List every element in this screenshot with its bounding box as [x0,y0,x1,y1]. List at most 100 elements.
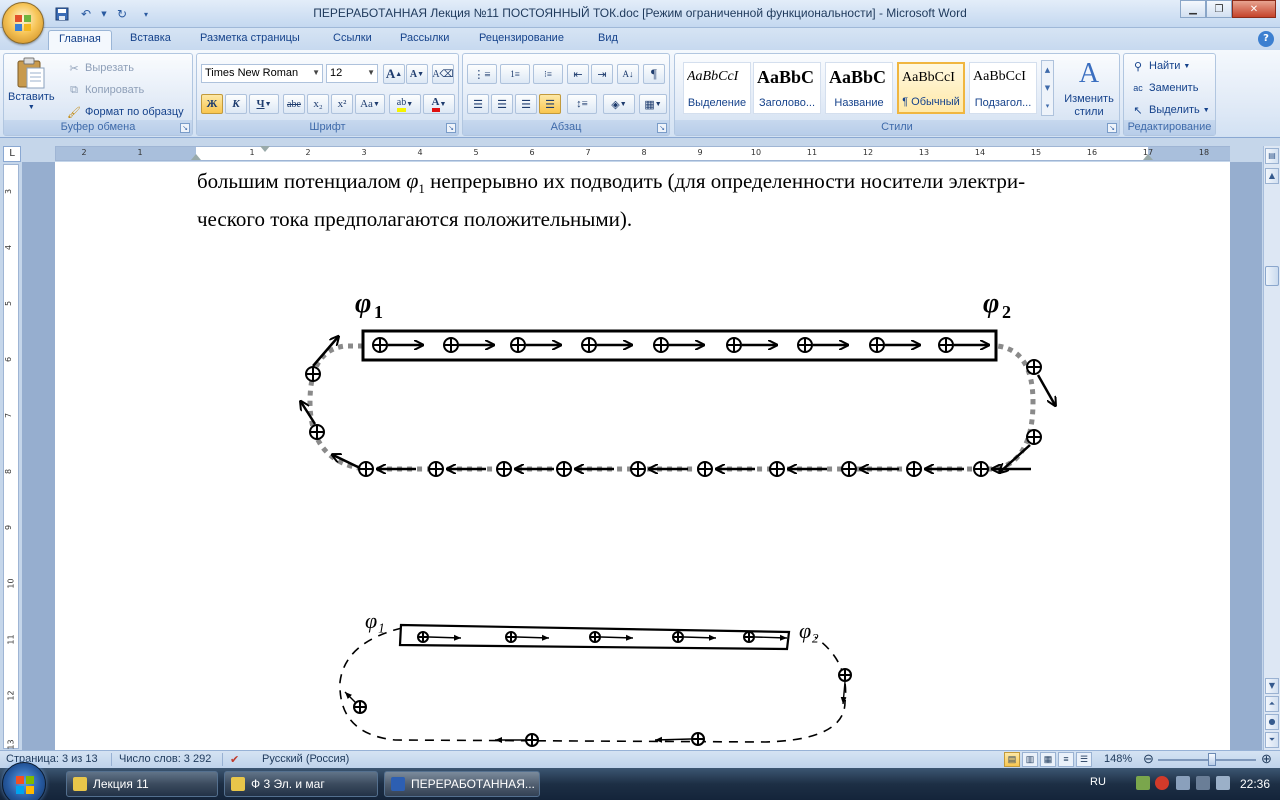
chevron-up-icon[interactable]: ▲ [1042,61,1053,79]
close-button[interactable]: ✕ [1232,0,1276,18]
zoom-slider-thumb[interactable] [1208,753,1216,766]
font-launcher-icon[interactable]: ↘ [446,123,456,133]
spellcheck-icon[interactable]: ✔ [230,753,239,766]
style-normal[interactable]: AaBbCcI ¶ Обычный [897,62,965,114]
increase-indent-button[interactable]: ⇥ [591,64,613,84]
help-icon[interactable]: ? [1258,31,1274,47]
print-layout-view-icon[interactable]: ▤ [1004,752,1020,767]
more-styles-icon[interactable]: ▾ [1042,97,1053,115]
maximize-button[interactable]: ❐ [1206,0,1232,18]
tab-review[interactable]: Рецензирование [469,30,574,50]
tab-selector[interactable]: L [3,146,21,162]
tab-mailings[interactable]: Рассылки [390,30,459,50]
align-right-button[interactable]: ☰ [515,94,537,114]
styles-launcher-icon[interactable]: ↘ [1107,123,1117,133]
tab-home[interactable]: Главная [48,30,112,50]
find-button[interactable]: ⚲ Найти ▼ [1130,58,1190,74]
clock[interactable]: 22:36 [1240,777,1270,791]
first-line-indent-marker[interactable] [260,146,270,152]
browse-object-button[interactable]: ● [1265,714,1279,730]
document-page[interactable]: большим потенциалом φ1 непрерывно их под… [55,162,1230,750]
taskbar-item-folder[interactable]: Ф 3 Эл. и маг [224,771,378,797]
replace-button[interactable]: ac Заменить [1130,80,1198,96]
start-button[interactable] [2,762,46,800]
change-styles-button[interactable]: A Изменить стили [1059,58,1119,119]
bold-button[interactable]: Ж [201,94,223,114]
show-marks-button[interactable]: ¶ [643,64,665,84]
taskbar-item-word[interactable]: ПЕРЕРАБОТАННАЯ... [384,771,540,797]
outline-view-icon[interactable]: ≡ [1058,752,1074,767]
styles-scroll[interactable]: ▲ ▼ ▾ [1041,60,1054,116]
multilevel-list-button[interactable]: ⁝≡ [533,64,563,84]
subscript-button[interactable]: x₂ [307,94,329,114]
shrink-font-button[interactable]: A ▼ [406,64,428,84]
scroll-up-button[interactable]: ▲ [1265,168,1279,184]
tab-insert[interactable]: Вставка [120,30,181,50]
zoom-slider[interactable] [1158,759,1256,761]
document-area[interactable]: большим потенциалом φ1 непрерывно их под… [22,162,1262,750]
word-count[interactable]: Число слов: 3 292 [119,753,211,765]
numbering-button[interactable]: 1≡ [500,64,530,84]
network-status-icon[interactable] [1176,776,1190,790]
style-subtitle[interactable]: AaBbCcI Подзагол... [969,62,1037,114]
paste-button[interactable]: Вставить ▼ [8,56,55,111]
zoom-in-icon[interactable]: ⊕ [1261,751,1272,767]
underline-button[interactable]: Ч ▼ [249,94,279,114]
chevron-down-icon[interactable]: ▼ [1042,79,1053,97]
format-painter-button[interactable]: 🖌 Формат по образцу [66,104,184,120]
web-layout-view-icon[interactable]: ▦ [1040,752,1056,767]
clear-format-button[interactable]: A⌫ [432,64,454,84]
decrease-indent-button[interactable]: ⇤ [567,64,589,84]
highlight-button[interactable]: ab ▼ [389,94,421,114]
borders-button[interactable]: ▦ ▼ [639,94,667,114]
strikethrough-button[interactable]: abe [283,94,305,114]
bullets-button[interactable]: ⋮≡ [467,64,497,84]
horizontal-ruler[interactable]: 2 1 1 2 3 4 5 6 7 8 9 10 11 12 13 14 15 … [55,146,1230,161]
previous-page-button[interactable]: ⏶ [1265,696,1279,712]
scroll-thumb[interactable] [1265,266,1279,286]
next-page-button[interactable]: ⏷ [1265,732,1279,748]
volume-icon[interactable] [1216,776,1230,790]
paragraph-launcher-icon[interactable]: ↘ [657,123,667,133]
left-indent-marker[interactable] [191,154,201,160]
reading-view-icon[interactable]: ▥ [1022,752,1038,767]
italic-button[interactable]: К [225,94,247,114]
align-left-button[interactable]: ☰ [467,94,489,114]
cut-button[interactable]: ✂ Вырезать [66,60,134,76]
language-indicator-tray[interactable]: RU [1090,776,1106,788]
font-size-select[interactable]: 12 ▼ [326,64,378,83]
ruler-toggle-icon[interactable]: ▤ [1265,148,1279,164]
vertical-ruler[interactable]: 3 4 5 6 7 8 9 10 11 12 13 [3,164,19,750]
antivirus-icon[interactable] [1155,776,1169,790]
justify-button[interactable]: ☰ [539,94,561,114]
scroll-down-button[interactable]: ▼ [1265,678,1279,694]
style-title[interactable]: AaBbC Название [825,62,893,114]
sort-button[interactable]: A↓ [617,64,639,84]
tab-references[interactable]: Ссылки [323,30,382,50]
draft-view-icon[interactable]: ☰ [1076,752,1092,767]
office-button[interactable] [2,2,44,44]
line-spacing-button[interactable]: ↕≡ [567,94,597,114]
language-indicator[interactable]: Русский (Россия) [262,753,349,765]
vertical-scrollbar[interactable]: ▤ ▲ ▼ ⏶ ● ⏷ [1263,146,1280,750]
superscript-button[interactable]: x² [331,94,353,114]
font-family-select[interactable]: Times New Roman ▼ [201,64,323,83]
network-icon[interactable] [1136,776,1150,790]
zoom-level[interactable]: 148% [1104,753,1132,765]
shading-button[interactable]: ◈ ▼ [603,94,635,114]
copy-button[interactable]: ⧉ Копировать [66,82,144,98]
style-emphasis[interactable]: AaBbCcI Выделение [683,62,751,114]
change-case-button[interactable]: Aa ▼ [355,94,385,114]
right-indent-marker[interactable] [1143,154,1153,160]
zoom-out-icon[interactable]: ⊖ [1143,751,1154,767]
tab-view[interactable]: Вид [588,30,628,50]
clipboard-launcher-icon[interactable]: ↘ [180,123,190,133]
taskbar-item-lecture[interactable]: Лекция 11 [66,771,218,797]
font-color-button[interactable]: A ▼ [423,94,455,114]
select-button[interactable]: ↖ Выделить ▼ [1130,102,1209,118]
grow-font-button[interactable]: A ▲ [383,64,405,84]
align-center-button[interactable]: ☰ [491,94,513,114]
minimize-button[interactable]: ▁ [1180,0,1206,18]
safely-remove-icon[interactable] [1196,776,1210,790]
style-heading[interactable]: AaBbC Заголово... [753,62,821,114]
